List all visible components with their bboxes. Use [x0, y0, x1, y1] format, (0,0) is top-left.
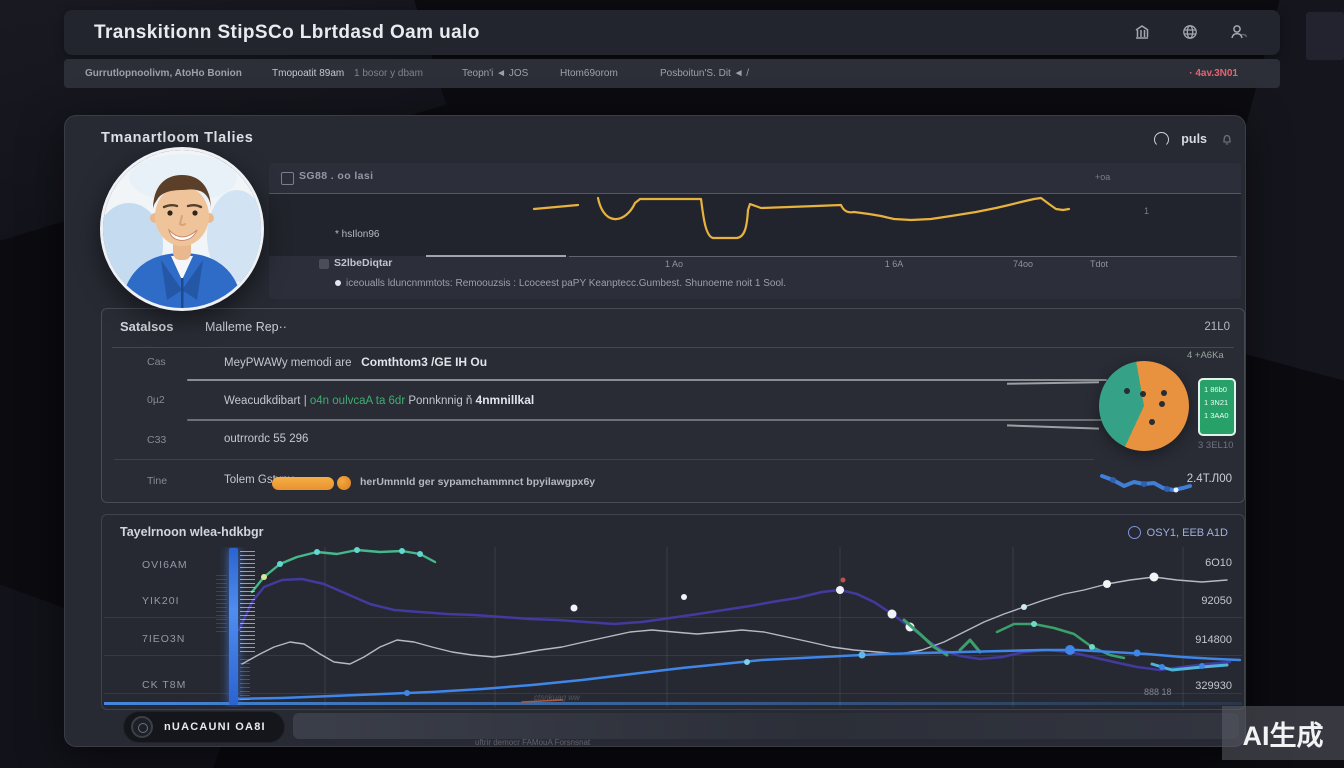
- globe-icon[interactable]: [1180, 22, 1200, 42]
- divider: [112, 347, 1234, 348]
- leader-line: [1007, 424, 1099, 429]
- footer-input-bar[interactable]: [293, 713, 1239, 739]
- main-card: Tmanartloom Tlalies puls: [64, 115, 1246, 747]
- nav-item[interactable]: Posboitun'S. Dit ◄ /: [660, 59, 749, 88]
- sync-icon[interactable]: [1128, 526, 1141, 539]
- footer-pill-button[interactable]: nUACAUNI OA8I: [123, 711, 285, 743]
- chart-corner-note: 888 18: [1144, 687, 1172, 697]
- divider: [114, 459, 1094, 460]
- progress-pill: [272, 477, 334, 490]
- footer-pill-label: nUACAUNI OA8I: [164, 712, 266, 742]
- chart-sub-label-2: S2lbeDiqtar: [334, 257, 392, 269]
- card-controls: puls: [1154, 131, 1235, 147]
- chart-sub-label: * hsIlon96: [335, 229, 379, 240]
- bank-columns-icon[interactable]: [1132, 22, 1152, 42]
- divider-bright: [187, 379, 1107, 381]
- progress-note: herUmnnld ger sypamchammnct bpyilawgpx6y: [360, 476, 595, 488]
- footer-note: uftrir democr FAMouA Forsnsnat: [475, 738, 590, 747]
- pie-dot: [1161, 390, 1167, 396]
- chart-note: iceoualls lduncnmmtots: Remoouzsis : Lco…: [335, 278, 786, 289]
- bullet-icon: [335, 280, 341, 286]
- chart-marker: 1: [1144, 206, 1149, 216]
- top-chart-panel: SG88 . oo lasi +oa 1 * hsIlon96 1 Ao 1 6…: [269, 163, 1241, 299]
- chart-grid-icon: [281, 172, 294, 185]
- link-text: o4n oulvcaA ta 6dr: [310, 395, 405, 407]
- dashboard-page: Transkitionn StipSCo Lbrtdasd Oam ualo: [0, 0, 1344, 768]
- legend-badge-icon: [319, 259, 329, 269]
- pie-dot: [1140, 391, 1146, 397]
- axis-tick: 74oo: [1000, 259, 1046, 269]
- row-value: 92050: [1201, 595, 1232, 607]
- card-title: Tmanartloom Tlalies: [101, 130, 253, 146]
- refresh-label[interactable]: puls: [1181, 132, 1207, 146]
- section-status: OSY1, EEB A1D: [1128, 526, 1228, 539]
- leader-line: [1007, 381, 1099, 385]
- multi-line-chart: OVI6AM YIK20I 7IEO3N CK T8M 6O10 92050 9…: [104, 547, 1242, 707]
- bell-icon[interactable]: [1219, 131, 1235, 147]
- axis-tick: 1 6A: [871, 259, 917, 269]
- nav-alert[interactable]: · 4av.3N01: [1189, 59, 1238, 88]
- tick-marks: [216, 575, 227, 633]
- axis-tick: 1 Ao: [651, 259, 697, 269]
- yellow-line-chart: [269, 194, 1241, 256]
- axis-line: [426, 255, 566, 257]
- axis-tick: Tdot: [1076, 259, 1122, 269]
- tick-marks: [240, 659, 250, 703]
- user-icon[interactable]: [1228, 22, 1248, 42]
- section-title: Tayelrnoon wlea-hdkbgr: [120, 525, 264, 539]
- table-header-col1: Satalsos: [120, 319, 173, 334]
- line-chart-area: 1: [269, 193, 1241, 256]
- nav-item[interactable]: 1 bosor y dbam: [354, 59, 423, 88]
- chart-annotation: ctsnkuag ww: [534, 693, 580, 702]
- nav-item[interactable]: Teopn'i ◄ JOS: [462, 59, 528, 88]
- table-header-value: 21L0: [1204, 321, 1230, 333]
- table-header-col2: Malleme Rep··: [205, 320, 287, 334]
- timeline-scrubber[interactable]: [229, 548, 238, 705]
- app-header: Transkitionn StipSCo Lbrtdasd Oam ualo: [64, 10, 1280, 55]
- series-svg: [104, 547, 1242, 707]
- panel-label: SG88 . oo lasi: [299, 170, 373, 182]
- row-value: 914800: [1195, 634, 1232, 646]
- status-table: Satalsos Malleme Rep·· 21L0 Cas MeyPWAWy…: [101, 308, 1245, 503]
- refresh-icon[interactable]: [1154, 132, 1169, 147]
- axis-line: [569, 256, 1237, 257]
- bg-shape: [1306, 12, 1344, 60]
- row-value: 6O10: [1205, 557, 1232, 569]
- sparkline: [1097, 467, 1192, 497]
- legend-box: 1 86b0 1 3N21 1 3AA0: [1198, 378, 1236, 436]
- divider-bright: [187, 419, 1107, 421]
- row-value: 329930: [1195, 680, 1232, 692]
- timeline-chart-section: Tayelrnoon wlea-hdkbgr OSY1, EEB A1D OVI…: [101, 514, 1245, 710]
- pie-dot: [1149, 419, 1155, 425]
- panel-right-label: +oa: [1095, 172, 1110, 182]
- legend-sub-value: 3 3EL10: [1198, 440, 1233, 451]
- avatar[interactable]: [100, 147, 264, 311]
- nav-item[interactable]: Tmopoatit 89am: [272, 59, 344, 88]
- tick-marks: [240, 551, 255, 655]
- nav-item[interactable]: Gurrutlopnoolivm, AtoHo Bonion: [85, 59, 242, 88]
- app-title: Transkitionn StipSCo Lbrtdasd Oam ualo: [94, 10, 480, 55]
- pie-dot: [1159, 401, 1165, 407]
- pie-caption: 4 +A6Ka: [1187, 350, 1224, 361]
- record-icon: [131, 716, 153, 738]
- progress-dot: [337, 476, 351, 490]
- watermark: AI生成: [1222, 706, 1344, 760]
- row-value: 2.4T.Л00: [1187, 473, 1232, 485]
- nav-item[interactable]: Htom69orom: [560, 59, 618, 88]
- nav-bar: Gurrutlopnoolivm, AtoHo Bonion Tmopoatit…: [64, 59, 1280, 88]
- pie-chart: [1099, 361, 1189, 451]
- pie-dot: [1124, 388, 1130, 394]
- header-icons: [1132, 22, 1248, 42]
